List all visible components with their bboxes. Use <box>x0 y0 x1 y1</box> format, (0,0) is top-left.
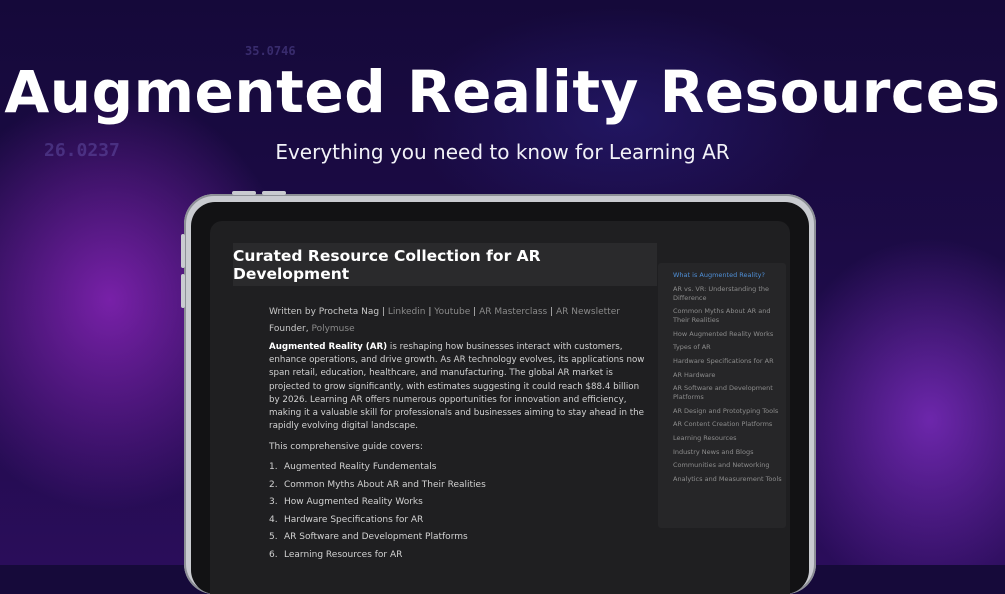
toc-item-analytics[interactable]: Analytics and Measurement Tools <box>673 475 783 484</box>
tablet-bezel: Curated Resource Collection for AR Devel… <box>191 202 809 594</box>
list-item: 2. Common Myths About AR and Their Realit… <box>269 479 486 490</box>
tablet-screen: Curated Resource Collection for AR Devel… <box>210 221 790 594</box>
intro-text: is reshaping how businesses interact wit… <box>269 342 645 432</box>
byline-author: Written by Procheta Nag <box>269 307 380 317</box>
ar-masterclass-link[interactable]: AR Masterclass <box>479 307 547 317</box>
toc-item-communities[interactable]: Communities and Networking <box>673 461 783 470</box>
list-item: 6. Learning Resources for AR <box>269 549 403 560</box>
bg-number-1: 35.0746 <box>245 44 296 58</box>
toc-item-content-creation[interactable]: AR Content Creation Platforms <box>673 420 783 429</box>
toc-item-how-ar-works[interactable]: How Augmented Reality Works <box>673 330 783 339</box>
intro-bold-term: Augmented Reality (AR) <box>269 342 388 352</box>
linkedin-link[interactable]: Linkedin <box>388 307 426 317</box>
toc-item-common-myths[interactable]: Common Myths About AR and Their Realitie… <box>673 307 783 325</box>
document-heading: Curated Resource Collection for AR Devel… <box>233 243 657 286</box>
toc-item-industry-news[interactable]: Industry News and Blogs <box>673 448 783 457</box>
author-role: Founder, Polymuse <box>269 324 355 334</box>
table-of-contents: What is Augmented Reality? AR vs. VR: Un… <box>658 263 786 528</box>
banner-title: Augmented Reality Resources <box>4 58 1001 126</box>
tablet-button-side-1 <box>181 234 185 268</box>
guide-covers-label: This comprehensive guide covers: <box>269 442 423 452</box>
list-item: 5. AR Software and Development Platforms <box>269 532 468 542</box>
toc-item-ar-hardware[interactable]: AR Hardware <box>673 371 783 380</box>
toc-item-what-is-ar[interactable]: What is Augmented Reality? <box>673 271 783 280</box>
toc-item-learning-resources[interactable]: Learning Resources <box>673 434 783 443</box>
ar-newsletter-link[interactable]: AR Newsletter <box>556 307 620 317</box>
toc-item-design-tools[interactable]: AR Design and Prototyping Tools <box>673 407 783 416</box>
toc-item-hardware-specs[interactable]: Hardware Specifications for AR <box>673 357 783 366</box>
intro-paragraph: Augmented Reality (AR) is reshaping how … <box>269 341 649 433</box>
toc-item-software-platforms[interactable]: AR Software and Development Platforms <box>673 384 783 402</box>
toc-item-ar-vs-vr[interactable]: AR vs. VR: Understanding the Difference <box>673 285 783 303</box>
list-item: 4. Hardware Specifications for AR <box>269 514 424 525</box>
list-item: 1. Augmented Reality Fundementals <box>269 462 437 472</box>
banner-subtitle: Everything you need to know for Learning… <box>275 140 730 164</box>
list-item: 3. How Augmented Reality Works <box>269 497 423 507</box>
byline: Written by Procheta Nag | Linkedin | You… <box>269 307 620 317</box>
youtube-link[interactable]: Youtube <box>434 307 470 317</box>
tablet-button-top-1 <box>232 191 256 195</box>
polymuse-link[interactable]: Polymuse <box>311 324 354 334</box>
tablet-button-top-2 <box>262 191 286 195</box>
toc-item-types-of-ar[interactable]: Types of AR <box>673 343 783 352</box>
guide-list: 1. Augmented Reality Fundementals 2. Commo… <box>269 462 486 567</box>
tablet-device: Curated Resource Collection for AR Devel… <box>181 191 816 594</box>
tablet-button-side-2 <box>181 274 185 308</box>
